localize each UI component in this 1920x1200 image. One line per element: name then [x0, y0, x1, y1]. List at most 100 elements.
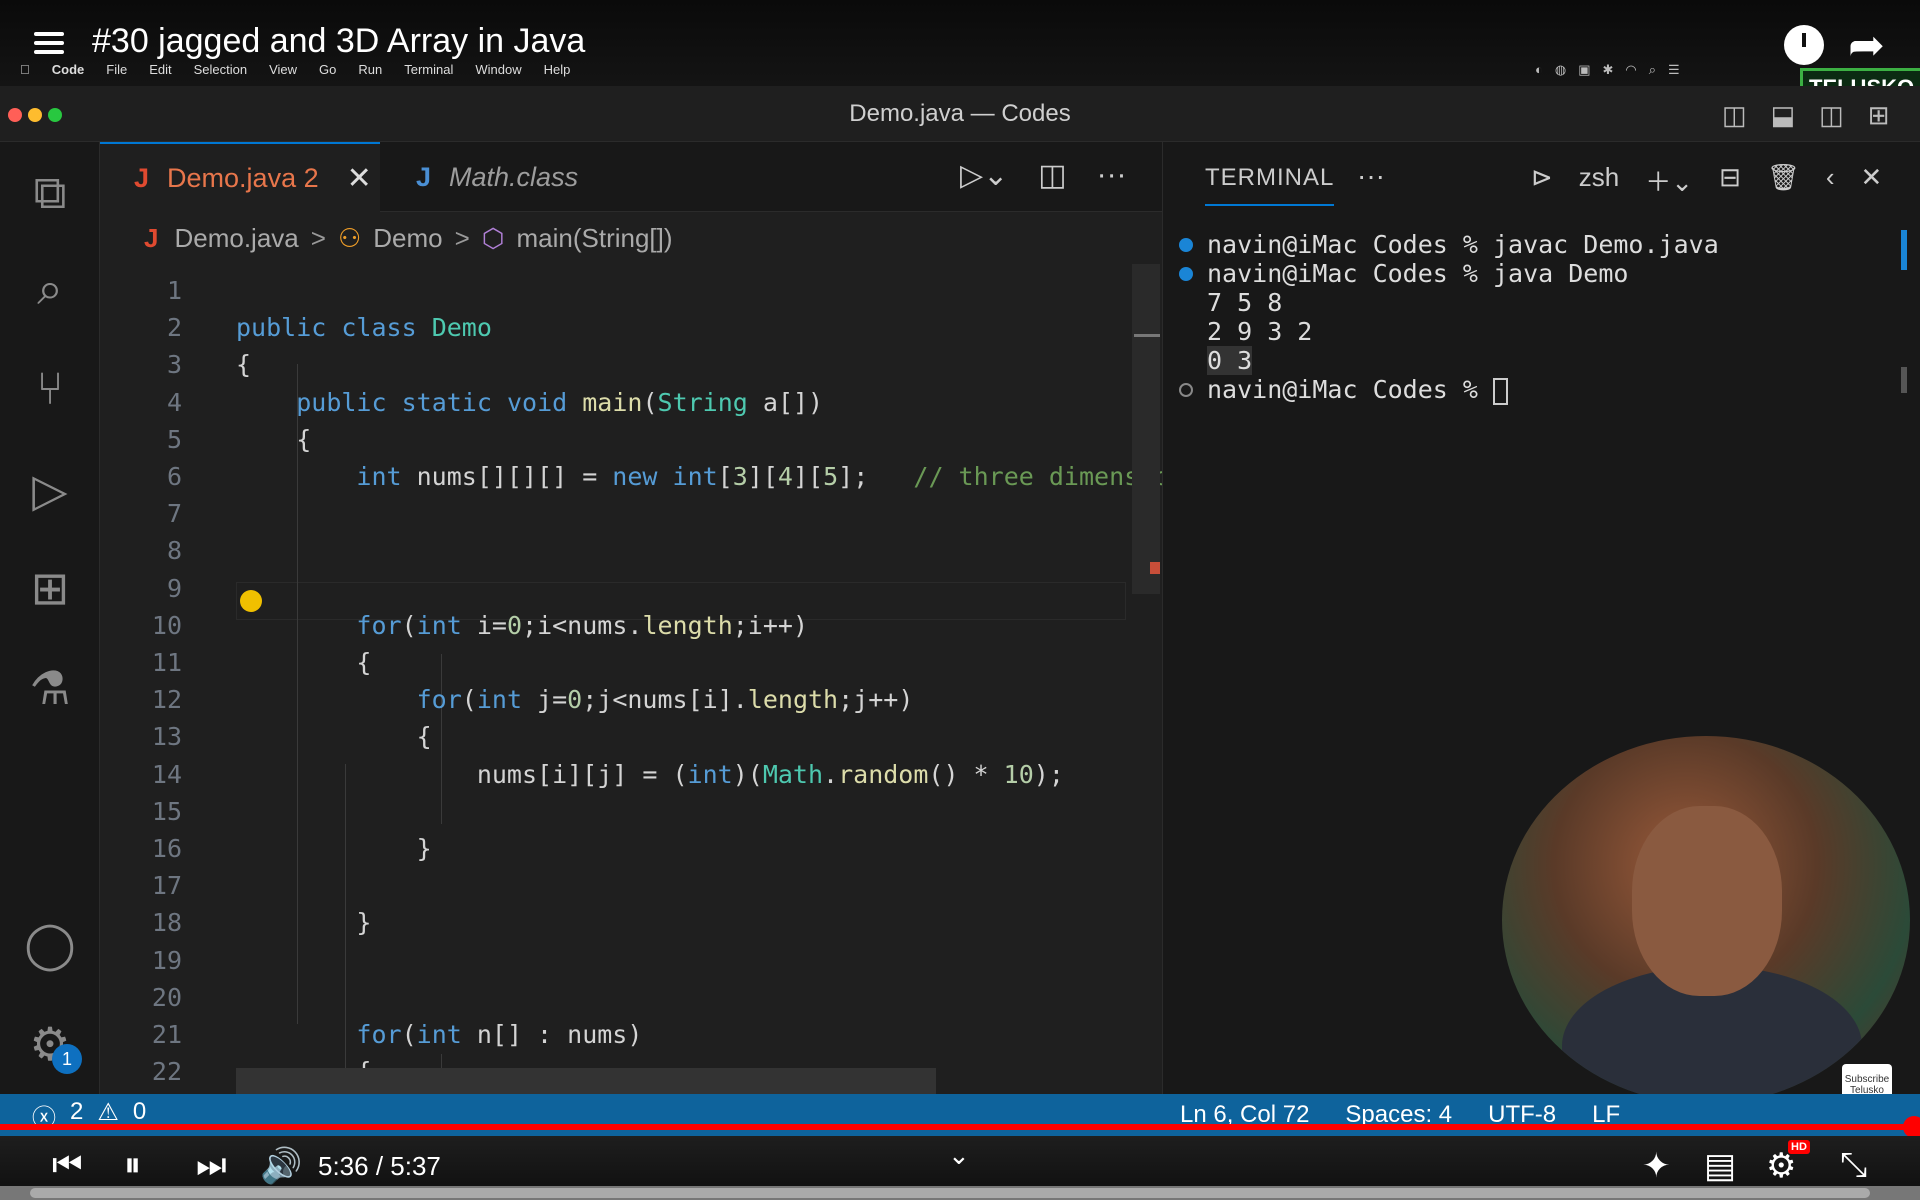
terminal-output[interactable]: navin@iMac Codes % javac Demo.java navin…: [1163, 230, 1920, 405]
mac-menu-item[interactable]: Window: [475, 62, 521, 80]
mac-menu-item[interactable]: Help: [544, 62, 571, 80]
breadcrumb-class[interactable]: Demo: [373, 223, 442, 254]
editor-actions: ▷⌄ ◫ ···: [960, 158, 1127, 193]
mac-menu-item[interactable]: Edit: [149, 62, 171, 80]
video-title: #30 jagged and 3D Array in Java: [92, 22, 586, 60]
java-file-icon: J: [134, 162, 150, 193]
watch-later-icon[interactable]: [1784, 25, 1824, 65]
update-badge: 1: [52, 1044, 82, 1074]
more-actions-icon[interactable]: ···: [1097, 158, 1127, 193]
new-terminal-icon[interactable]: ＋⌄: [1645, 162, 1693, 199]
code-editor[interactable]: 1 2 public class Demo 3{4 public static voi…: [100, 264, 1214, 1200]
code-line[interactable]: for(int j=0;j<nums[i].length;j++): [236, 681, 914, 718]
code-line[interactable]: int nums[][][] = new int[3][4][5]; // th…: [236, 458, 1214, 495]
code-line[interactable]: {: [236, 718, 432, 755]
apple-icon[interactable]: : [20, 62, 30, 80]
lightbulb-icon[interactable]: [240, 590, 262, 612]
horizontal-scrollbar[interactable]: [236, 1068, 936, 1094]
tab-label: Math.class: [449, 161, 579, 192]
code-line[interactable]: for(int i=0;i<nums.length;i++): [236, 607, 808, 644]
code-line[interactable]: public static void main(String a[]): [236, 384, 823, 421]
tab-demo-java[interactable]: J Demo.java 2 ✕: [100, 142, 380, 212]
toggle-secondary-sidebar-icon[interactable]: ◫: [1819, 100, 1844, 131]
menu-icon[interactable]: [34, 32, 64, 54]
mac-menu-item[interactable]: Go: [319, 62, 336, 80]
terminal-line: navin@iMac Codes % javac Demo.java: [1163, 230, 1920, 259]
terminal-tools: ⊳ zsh ＋⌄ ⊟ 🗑 ‹ ✕: [1531, 162, 1882, 199]
mac-status-icons: ◐ ◍ ▣ ✱ ◠ ⌕ ☰: [1535, 62, 1680, 78]
line-number: 16: [151, 834, 182, 863]
source-control-icon[interactable]: ⑂: [22, 360, 78, 416]
share-icon[interactable]: ➦: [1848, 20, 1885, 71]
code-line[interactable]: nums[i][j] = (int)(Math.random() * 10);: [236, 756, 1064, 793]
mac-menu-item[interactable]: Terminal: [404, 62, 453, 80]
testing-icon[interactable]: ⚗: [22, 660, 78, 716]
chevron-left-icon[interactable]: ‹: [1826, 162, 1835, 199]
volume-icon[interactable]: 🔊: [260, 1146, 302, 1186]
code-line[interactable]: }: [236, 904, 371, 941]
exit-fullscreen-icon[interactable]: ⤡: [1840, 1146, 1867, 1185]
close-tab-icon[interactable]: ✕: [347, 161, 372, 196]
code-line[interactable]: public class Demo: [236, 309, 492, 346]
next-icon[interactable]: ⏭: [196, 1146, 227, 1185]
trash-icon[interactable]: 🗑: [1767, 162, 1800, 199]
mac-menu-item[interactable]: View: [269, 62, 297, 80]
more-icon[interactable]: ···: [1357, 160, 1385, 192]
globe-icon[interactable]: ◍: [1555, 62, 1566, 78]
mac-menu-item[interactable]: File: [106, 62, 127, 80]
terminal-scrollbar[interactable]: [1901, 367, 1907, 393]
code-line[interactable]: {: [236, 421, 311, 458]
account-icon[interactable]: ◯: [22, 916, 78, 972]
terminal-cursor: [1492, 377, 1508, 405]
line-number: 19: [151, 945, 182, 975]
terminal-scroll-marker: [1901, 230, 1907, 270]
run-debug-icon[interactable]: ▷: [22, 462, 78, 518]
page-scrollbar-thumb[interactable]: [30, 1188, 1870, 1198]
terminal-line: navin@iMac Codes %: [1163, 375, 1920, 405]
command-pending-icon: [1179, 383, 1193, 397]
breadcrumb-file[interactable]: Demo.java: [174, 223, 298, 254]
wifi-icon[interactable]: ◠: [1625, 62, 1636, 78]
scrubber-handle[interactable]: [1903, 1116, 1920, 1138]
pause-icon[interactable]: ⏸: [124, 1146, 141, 1185]
camera-icon[interactable]: ▣: [1578, 62, 1590, 78]
code-line[interactable]: }: [236, 830, 432, 867]
breadcrumb-method[interactable]: main(String[]): [517, 223, 673, 254]
video-progress-bar[interactable]: [0, 1116, 1920, 1138]
ai-sparkle-icon[interactable]: ✦: [1642, 1146, 1671, 1186]
chevron-down-icon[interactable]: ⌄: [948, 1140, 970, 1171]
class-icon: ⚇: [337, 222, 362, 253]
terminal-text: navin@iMac Codes % java Demo: [1207, 259, 1629, 288]
code-line[interactable]: for(int n[] : nums): [236, 1016, 642, 1053]
tab-math-class[interactable]: J Math.class: [382, 142, 637, 212]
search-icon[interactable]: ⌕: [22, 260, 78, 316]
line-number: 6: [166, 462, 182, 491]
vertical-scrollbar[interactable]: [1132, 264, 1160, 594]
shell-name[interactable]: zsh: [1579, 162, 1619, 199]
toggle-sidebar-icon[interactable]: ◫: [1722, 100, 1747, 131]
code-line[interactable]: {: [236, 644, 371, 681]
mac-menu-item[interactable]: Code: [52, 62, 85, 80]
captions-icon[interactable]: ▤: [1704, 1146, 1736, 1186]
mac-menu-item[interactable]: Run: [358, 62, 382, 80]
split-editor-icon[interactable]: ◫: [1038, 158, 1066, 193]
toggle-panel-icon[interactable]: ⬓: [1771, 100, 1796, 131]
extensions-icon[interactable]: ⊞: [22, 560, 78, 616]
error-marker: [1150, 562, 1160, 574]
bluetooth-icon[interactable]: ✱: [1603, 62, 1614, 78]
line-number: 4: [166, 387, 182, 417]
control-center-icon[interactable]: ☰: [1668, 62, 1680, 78]
terminal-icon[interactable]: ⊳: [1531, 162, 1553, 199]
previous-icon[interactable]: ⏮: [52, 1146, 83, 1185]
run-icon[interactable]: ▷⌄: [960, 158, 1008, 193]
tab-terminal[interactable]: TERMINAL: [1205, 164, 1335, 206]
mac-menu-item[interactable]: Selection: [194, 62, 247, 80]
status-icon[interactable]: ◐: [1535, 62, 1543, 78]
close-icon[interactable]: ✕: [1861, 162, 1883, 199]
youtube-top-bar: #30 jagged and 3D Array in Java  Code F…: [0, 0, 1920, 108]
customize-layout-icon[interactable]: ⊞: [1868, 100, 1890, 131]
code-line[interactable]: {: [236, 346, 251, 383]
search-icon[interactable]: ⌕: [1649, 62, 1656, 78]
explorer-icon[interactable]: ⧉: [22, 164, 78, 220]
split-terminal-icon[interactable]: ⊟: [1719, 162, 1741, 199]
